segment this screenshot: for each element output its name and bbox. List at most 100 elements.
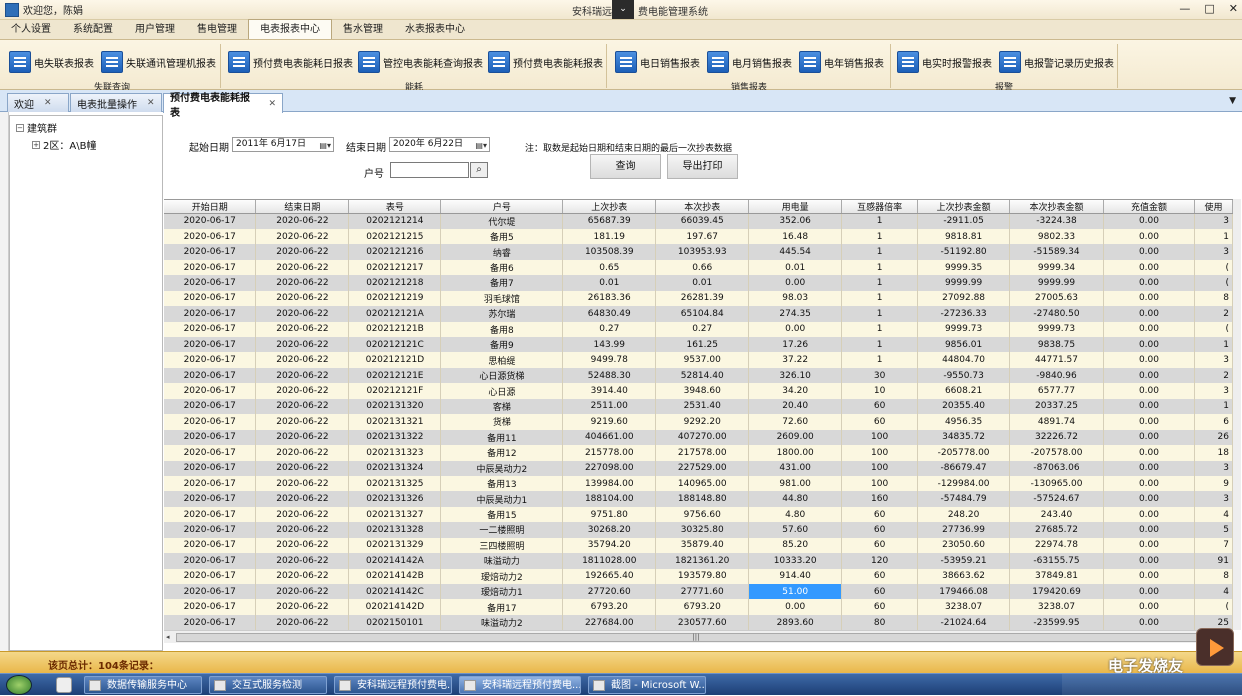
table-cell[interactable]: 10	[841, 383, 919, 399]
table-cell[interactable]: 0202121214	[348, 213, 442, 229]
tab-prepaid-energy-report[interactable]: 预付费电表能耗报表 ✕	[163, 93, 283, 119]
end-date-picker[interactable]: 2020年 6月22日 ▤▾	[389, 137, 490, 152]
table-cell[interactable]: 197.67	[655, 228, 750, 245]
table-cell[interactable]: 2020-06-22	[255, 383, 350, 399]
table-cell[interactable]: 243.40	[1009, 506, 1104, 523]
table-cell[interactable]: 020214142A	[348, 553, 442, 569]
table-cell[interactable]: 37.22	[748, 352, 843, 368]
table-cell[interactable]: 2020-06-22	[255, 553, 350, 569]
table-cell[interactable]: 1821361.20	[655, 553, 750, 569]
table-row[interactable]: 2020-06-17 2020-06-22 0202150101 味溢动力2 22768…	[164, 614, 1233, 630]
table-cell[interactable]: 120	[841, 553, 919, 569]
table-cell[interactable]: 020214142B	[348, 568, 442, 584]
table-cell[interactable]: 1	[841, 337, 919, 353]
table-cell[interactable]: 188148.80	[655, 491, 750, 507]
menu-water-report-center[interactable]: 水表报表中心	[394, 20, 476, 39]
table-cell[interactable]: 0.01	[655, 275, 750, 291]
table-cell[interactable]: 0202121217	[348, 259, 442, 276]
ribbon-daily-sales-report[interactable]: 电日销售报表	[615, 50, 700, 74]
table-row[interactable]: 2020-06-17 2020-06-22 020214142A 味溢动力 181102…	[164, 553, 1233, 569]
column-header[interactable]: 用电量	[748, 200, 843, 214]
tree-node-zone2[interactable]: +2区：A\B幢	[32, 137, 96, 152]
table-cell[interactable]: 0202131329	[348, 537, 442, 554]
table-cell[interactable]: 6577.77	[1009, 383, 1104, 399]
table-cell[interactable]: 0.00	[1103, 491, 1195, 507]
column-header[interactable]: 本次抄表金额	[1009, 200, 1104, 214]
table-cell[interactable]: 2020-06-22	[255, 367, 350, 384]
table-cell[interactable]: 2020-06-17	[164, 584, 257, 600]
table-cell[interactable]: 020212121A	[348, 306, 442, 322]
table-cell[interactable]: 3	[1194, 383, 1233, 399]
table-row[interactable]: 2020-06-17 2020-06-22 0202131323 备用12 215778…	[164, 445, 1233, 461]
column-header[interactable]: 户号	[440, 200, 564, 214]
table-cell[interactable]: 0202131320	[348, 398, 442, 415]
table-cell[interactable]: 326.10	[748, 367, 843, 384]
table-row[interactable]: 2020-06-17 2020-06-22 0202121218 备用7 0.01 0.0…	[164, 275, 1233, 291]
table-cell[interactable]: 51.00	[748, 584, 843, 600]
table-cell[interactable]: 27771.60	[655, 584, 750, 600]
column-header[interactable]: 上次抄表金额	[917, 200, 1011, 214]
ribbon-yearly-sales-report[interactable]: 电年销售报表	[799, 50, 884, 74]
table-cell[interactable]: 60	[841, 414, 919, 430]
table-cell[interactable]: 445.54	[748, 244, 843, 260]
table-cell[interactable]: 217578.00	[655, 445, 750, 461]
table-cell[interactable]: 16.48	[748, 228, 843, 245]
table-cell[interactable]: 0.00	[1103, 475, 1195, 492]
table-cell[interactable]: 0.00	[1103, 506, 1195, 523]
quicklaunch-icon[interactable]	[56, 677, 72, 693]
table-cell[interactable]: 0202131325	[348, 475, 442, 492]
table-cell[interactable]: 248.20	[917, 506, 1011, 523]
table-cell[interactable]: 0202131327	[348, 506, 442, 523]
table-cell[interactable]: 0202150101	[348, 614, 442, 630]
table-cell[interactable]: -205778.00	[917, 445, 1011, 461]
table-cell[interactable]: 60	[841, 522, 919, 538]
table-cell[interactable]: 227529.00	[655, 460, 750, 476]
table-cell[interactable]: 备用13	[440, 475, 564, 492]
calendar-dropdown-icon[interactable]: ▤▾	[319, 139, 331, 152]
table-cell[interactable]: 2020-06-17	[164, 414, 257, 430]
ribbon-control-energy-report[interactable]: 管控电表能耗查询报表	[358, 50, 483, 74]
table-cell[interactable]: 2020-06-22	[255, 259, 350, 276]
table-cell[interactable]: 0.00	[1103, 614, 1195, 630]
table-cell[interactable]: 2020-06-17	[164, 228, 257, 245]
maximize-button[interactable]: □	[1204, 2, 1214, 15]
table-cell[interactable]: 9999.73	[917, 321, 1011, 337]
table-cell[interactable]: 020212121E	[348, 367, 442, 384]
table-cell[interactable]: 17.26	[748, 337, 843, 353]
table-cell[interactable]: 8	[1194, 290, 1233, 307]
table-cell[interactable]: 10333.20	[748, 553, 843, 569]
table-cell[interactable]: 44.80	[748, 491, 843, 507]
table-row[interactable]: 2020-06-17 2020-06-22 0202131327 备用15 9751.8…	[164, 506, 1233, 523]
ribbon-daily-energy-report[interactable]: 预付费电表能耗日报表	[228, 50, 353, 74]
table-cell[interactable]: 60	[841, 584, 919, 600]
table-cell[interactable]: 4.80	[748, 506, 843, 523]
table-cell[interactable]: -63155.75	[1009, 553, 1104, 569]
table-row[interactable]: 2020-06-17 2020-06-22 020214142D 备用17 6793.2…	[164, 599, 1233, 615]
table-cell[interactable]: 0.00	[1103, 460, 1195, 476]
table-cell[interactable]: 66039.45	[655, 213, 750, 229]
table-cell[interactable]: 0.00	[1103, 244, 1195, 260]
table-cell[interactable]: 备用11	[440, 429, 564, 446]
table-cell[interactable]: 227098.00	[562, 460, 657, 476]
table-cell[interactable]: 20337.25	[1009, 398, 1104, 415]
table-cell[interactable]: -86679.47	[917, 460, 1011, 476]
table-cell[interactable]: 0.01	[562, 275, 657, 291]
table-cell[interactable]: 2020-06-17	[164, 522, 257, 538]
table-cell[interactable]: 2020-06-17	[164, 553, 257, 569]
column-header[interactable]: 上次抄表	[562, 200, 657, 214]
table-cell[interactable]: 26281.39	[655, 290, 750, 307]
column-header[interactable]: 充值金额	[1103, 200, 1195, 214]
table-cell[interactable]: 纳睿	[440, 244, 564, 260]
table-cell[interactable]: 0.00	[1103, 213, 1195, 229]
table-cell[interactable]: 27736.99	[917, 522, 1011, 538]
table-cell[interactable]: 0.00	[1103, 275, 1195, 291]
table-cell[interactable]: 4891.74	[1009, 414, 1104, 430]
table-cell[interactable]: 2020-06-22	[255, 584, 350, 600]
table-cell[interactable]: 22974.78	[1009, 537, 1104, 554]
table-cell[interactable]: 27005.63	[1009, 290, 1104, 307]
table-cell[interactable]: -51192.80	[917, 244, 1011, 260]
table-cell[interactable]: 1	[841, 352, 919, 368]
table-cell[interactable]: 6793.20	[562, 599, 657, 615]
table-cell[interactable]: 中辰昊动力2	[440, 460, 564, 476]
table-cell[interactable]: 020214142C	[348, 584, 442, 600]
